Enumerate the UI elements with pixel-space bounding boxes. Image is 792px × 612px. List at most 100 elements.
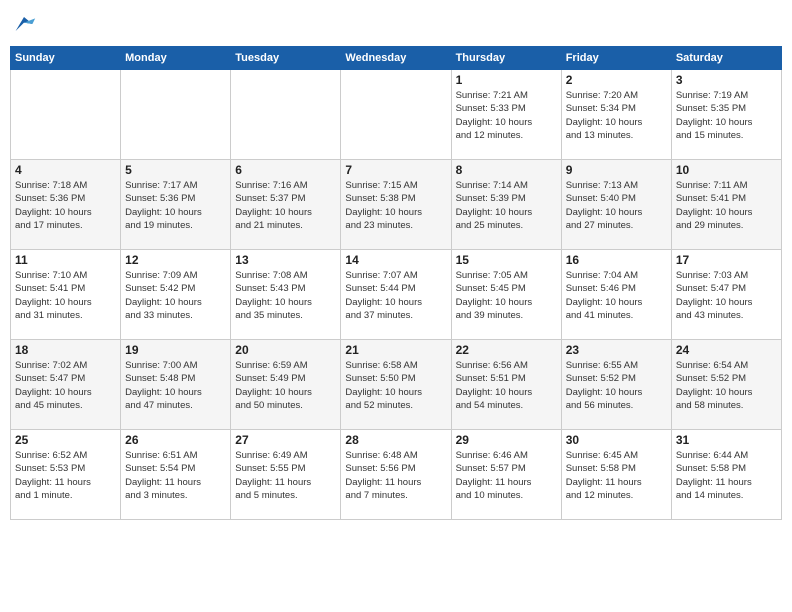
day-number: 10: [676, 163, 777, 177]
day-info: Sunrise: 7:13 AM Sunset: 5:40 PM Dayligh…: [566, 179, 667, 232]
day-info: Sunrise: 6:58 AM Sunset: 5:50 PM Dayligh…: [345, 359, 446, 412]
day-number: 29: [456, 433, 557, 447]
calendar-cell: 2 Sunrise: 7:20 AM Sunset: 5:34 PM Daylig…: [561, 70, 671, 160]
calendar-week-row: 1Sunrise: 7:21 AM Sunset: 5:33 PM Daylig…: [11, 70, 782, 160]
day-number: 3: [676, 73, 777, 87]
calendar-cell: 21 Sunrise: 6:58 AM Sunset: 5:50 PM Dayli…: [341, 340, 451, 430]
day-number: 21: [345, 343, 446, 357]
day-number: 30: [566, 433, 667, 447]
day-info: Sunrise: 7:02 AM Sunset: 5:47 PM Dayligh…: [15, 359, 116, 412]
calendar-cell: [121, 70, 231, 160]
day-info: Sunrise: 7:10 AM Sunset: 5:41 PM Dayligh…: [15, 269, 116, 322]
calendar-header-row: SundayMondayTuesdayWednesdayThursdayFrid…: [11, 47, 782, 70]
calendar-week-row: 18 Sunrise: 7:02 AM Sunset: 5:47 PM Dayli…: [11, 340, 782, 430]
day-info: Sunrise: 6:44 AM Sunset: 5:58 PM Dayligh…: [676, 449, 777, 502]
day-number: 15: [456, 253, 557, 267]
day-number: 6: [235, 163, 336, 177]
day-number: 13: [235, 253, 336, 267]
day-info: Sunrise: 6:49 AM Sunset: 5:55 PM Dayligh…: [235, 449, 336, 502]
day-number: 16: [566, 253, 667, 267]
day-info: Sunrise: 6:59 AM Sunset: 5:49 PM Dayligh…: [235, 359, 336, 412]
day-number: 2: [566, 73, 667, 87]
day-info: Sunrise: 7:00 AM Sunset: 5:48 PM Dayligh…: [125, 359, 226, 412]
day-number: 25: [15, 433, 116, 447]
day-number: 11: [15, 253, 116, 267]
weekday-header: Wednesday: [341, 47, 451, 70]
calendar-cell: 5 Sunrise: 7:17 AM Sunset: 5:36 PM Daylig…: [121, 160, 231, 250]
day-number: 24: [676, 343, 777, 357]
calendar-cell: 17Sunrise: 7:03 AM Sunset: 5:47 PM Dayli…: [671, 250, 781, 340]
calendar-cell: 27 Sunrise: 6:49 AM Sunset: 5:55 PM Dayli…: [231, 430, 341, 520]
weekday-header: Friday: [561, 47, 671, 70]
calendar-cell: 14 Sunrise: 7:07 AM Sunset: 5:44 PM Dayli…: [341, 250, 451, 340]
day-info: Sunrise: 6:48 AM Sunset: 5:56 PM Dayligh…: [345, 449, 446, 502]
calendar-week-row: 4 Sunrise: 7:18 AM Sunset: 5:36 PM Daylig…: [11, 160, 782, 250]
day-number: 12: [125, 253, 226, 267]
day-info: Sunrise: 7:05 AM Sunset: 5:45 PM Dayligh…: [456, 269, 557, 322]
calendar-cell: 11 Sunrise: 7:10 AM Sunset: 5:41 PM Dayli…: [11, 250, 121, 340]
day-info: Sunrise: 6:52 AM Sunset: 5:53 PM Dayligh…: [15, 449, 116, 502]
day-info: Sunrise: 6:46 AM Sunset: 5:57 PM Dayligh…: [456, 449, 557, 502]
day-info: Sunrise: 7:16 AM Sunset: 5:37 PM Dayligh…: [235, 179, 336, 232]
calendar-cell: 23Sunrise: 6:55 AM Sunset: 5:52 PM Dayli…: [561, 340, 671, 430]
day-info: Sunrise: 6:45 AM Sunset: 5:58 PM Dayligh…: [566, 449, 667, 502]
calendar-cell: 25 Sunrise: 6:52 AM Sunset: 5:53 PM Dayli…: [11, 430, 121, 520]
day-info: Sunrise: 6:56 AM Sunset: 5:51 PM Dayligh…: [456, 359, 557, 412]
calendar-cell: 30 Sunrise: 6:45 AM Sunset: 5:58 PM Dayli…: [561, 430, 671, 520]
day-number: 22: [456, 343, 557, 357]
calendar-cell: 4 Sunrise: 7:18 AM Sunset: 5:36 PM Daylig…: [11, 160, 121, 250]
calendar-cell: 28 Sunrise: 6:48 AM Sunset: 5:56 PM Dayli…: [341, 430, 451, 520]
calendar-cell: 22 Sunrise: 6:56 AM Sunset: 5:51 PM Dayli…: [451, 340, 561, 430]
day-number: 7: [345, 163, 446, 177]
day-info: Sunrise: 7:14 AM Sunset: 5:39 PM Dayligh…: [456, 179, 557, 232]
day-number: 23: [566, 343, 667, 357]
day-number: 19: [125, 343, 226, 357]
calendar-cell: 1Sunrise: 7:21 AM Sunset: 5:33 PM Daylig…: [451, 70, 561, 160]
day-number: 14: [345, 253, 446, 267]
calendar-week-row: 11 Sunrise: 7:10 AM Sunset: 5:41 PM Dayli…: [11, 250, 782, 340]
calendar-cell: 9 Sunrise: 7:13 AM Sunset: 5:40 PM Daylig…: [561, 160, 671, 250]
calendar-cell: 12 Sunrise: 7:09 AM Sunset: 5:42 PM Dayli…: [121, 250, 231, 340]
calendar-cell: 18 Sunrise: 7:02 AM Sunset: 5:47 PM Dayli…: [11, 340, 121, 430]
day-info: Sunrise: 7:18 AM Sunset: 5:36 PM Dayligh…: [15, 179, 116, 232]
day-info: Sunrise: 7:08 AM Sunset: 5:43 PM Dayligh…: [235, 269, 336, 322]
calendar-cell: 24Sunrise: 6:54 AM Sunset: 5:52 PM Dayli…: [671, 340, 781, 430]
day-number: 8: [456, 163, 557, 177]
day-number: 4: [15, 163, 116, 177]
page-header: [10, 10, 782, 38]
day-info: Sunrise: 7:20 AM Sunset: 5:34 PM Dayligh…: [566, 89, 667, 142]
calendar-cell: 7 Sunrise: 7:15 AM Sunset: 5:38 PM Daylig…: [341, 160, 451, 250]
calendar-cell: 26 Sunrise: 6:51 AM Sunset: 5:54 PM Dayli…: [121, 430, 231, 520]
day-number: 28: [345, 433, 446, 447]
day-info: Sunrise: 7:04 AM Sunset: 5:46 PM Dayligh…: [566, 269, 667, 322]
day-number: 26: [125, 433, 226, 447]
day-info: Sunrise: 6:51 AM Sunset: 5:54 PM Dayligh…: [125, 449, 226, 502]
calendar-cell: 6 Sunrise: 7:16 AM Sunset: 5:37 PM Daylig…: [231, 160, 341, 250]
day-number: 9: [566, 163, 667, 177]
weekday-header: Sunday: [11, 47, 121, 70]
day-number: 18: [15, 343, 116, 357]
weekday-header: Thursday: [451, 47, 561, 70]
day-info: Sunrise: 7:09 AM Sunset: 5:42 PM Dayligh…: [125, 269, 226, 322]
calendar-cell: [11, 70, 121, 160]
calendar-cell: 8 Sunrise: 7:14 AM Sunset: 5:39 PM Daylig…: [451, 160, 561, 250]
calendar-cell: [231, 70, 341, 160]
day-number: 20: [235, 343, 336, 357]
calendar-cell: 3 Sunrise: 7:19 AM Sunset: 5:35 PM Daylig…: [671, 70, 781, 160]
calendar-cell: 31 Sunrise: 6:44 AM Sunset: 5:58 PM Dayli…: [671, 430, 781, 520]
day-number: 31: [676, 433, 777, 447]
calendar-week-row: 25 Sunrise: 6:52 AM Sunset: 5:53 PM Dayli…: [11, 430, 782, 520]
calendar-cell: 10Sunrise: 7:11 AM Sunset: 5:41 PM Dayli…: [671, 160, 781, 250]
calendar-cell: 16 Sunrise: 7:04 AM Sunset: 5:46 PM Dayli…: [561, 250, 671, 340]
weekday-header: Tuesday: [231, 47, 341, 70]
day-info: Sunrise: 7:21 AM Sunset: 5:33 PM Dayligh…: [456, 89, 557, 142]
day-number: 5: [125, 163, 226, 177]
calendar-cell: 29 Sunrise: 6:46 AM Sunset: 5:57 PM Dayli…: [451, 430, 561, 520]
day-info: Sunrise: 7:15 AM Sunset: 5:38 PM Dayligh…: [345, 179, 446, 232]
day-number: 27: [235, 433, 336, 447]
day-info: Sunrise: 7:17 AM Sunset: 5:36 PM Dayligh…: [125, 179, 226, 232]
logo-icon: [10, 10, 38, 38]
calendar-cell: 13 Sunrise: 7:08 AM Sunset: 5:43 PM Dayli…: [231, 250, 341, 340]
day-info: Sunrise: 7:07 AM Sunset: 5:44 PM Dayligh…: [345, 269, 446, 322]
day-info: Sunrise: 7:19 AM Sunset: 5:35 PM Dayligh…: [676, 89, 777, 142]
